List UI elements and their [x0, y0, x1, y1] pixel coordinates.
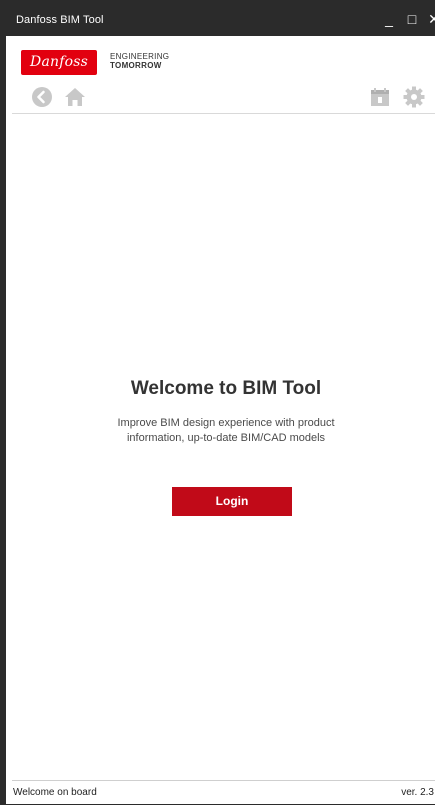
maximize-button[interactable]: □ [403, 10, 421, 28]
status-message: Welcome on board [13, 787, 97, 798]
brand-bar: Danfoss ENGINEERING TOMORROW [12, 36, 435, 78]
danfoss-logo: Danfoss [21, 50, 97, 75]
settings-icon[interactable] [403, 86, 425, 108]
login-button[interactable]: Login [172, 487, 292, 516]
logo-text: Danfoss [30, 54, 88, 70]
tagline-line2: TOMORROW [110, 61, 162, 70]
back-icon[interactable] [31, 86, 53, 108]
calendar-icon[interactable] [369, 86, 391, 108]
title-bar[interactable]: Danfoss BIM Tool _ □ ✕ [6, 0, 435, 36]
status-bar: Welcome on board ver. 2.3 [12, 780, 435, 804]
tagline: ENGINEERING TOMORROW [110, 52, 169, 70]
minimize-button[interactable]: _ [380, 10, 398, 28]
tagline-line1: ENGINEERING [110, 52, 170, 61]
toolbar [12, 78, 435, 114]
app-window: Danfoss BIM Tool _ □ ✕ Danfoss ENGINEERI… [0, 0, 435, 805]
version-label: ver. 2.3 [401, 787, 434, 798]
main-content: Welcome to BIM Tool Improve BIM design e… [12, 114, 435, 780]
welcome-title: Welcome to BIM Tool [130, 378, 322, 399]
close-button[interactable]: ✕ [425, 10, 435, 28]
home-icon[interactable] [64, 86, 86, 108]
window-title: Danfoss BIM Tool [16, 14, 104, 26]
welcome-description: Improve BIM design experience with produ… [117, 417, 335, 444]
